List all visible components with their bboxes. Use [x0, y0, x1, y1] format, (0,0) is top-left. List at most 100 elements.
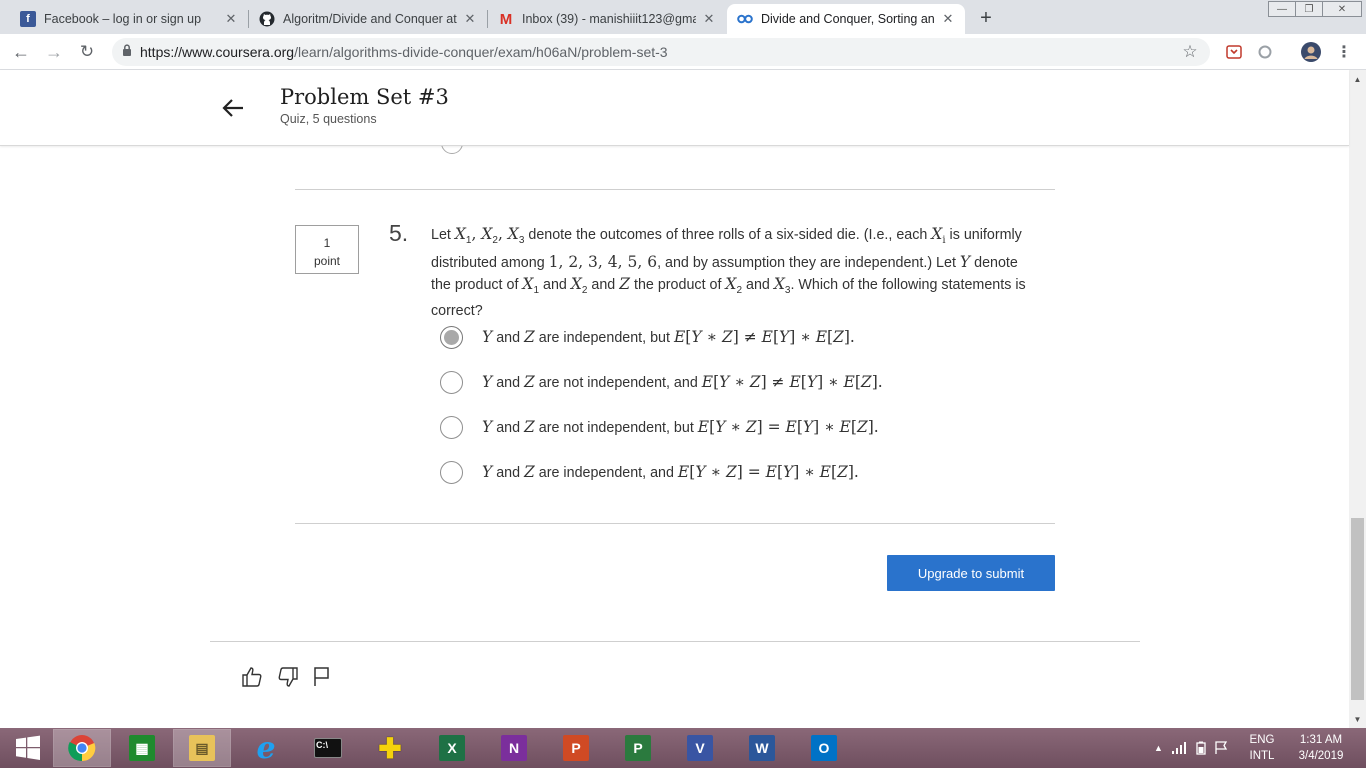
- new-tab-button[interactable]: +: [974, 6, 998, 30]
- page-scrollbar[interactable]: ▲ ▼: [1349, 70, 1366, 728]
- taskbar-visio[interactable]: V: [672, 730, 728, 766]
- close-window-icon[interactable]: ✕: [1322, 1, 1362, 17]
- url-text: https://www.coursera.org/learn/algorithm…: [140, 44, 668, 60]
- show-hidden-icons-icon[interactable]: ▲: [1154, 728, 1163, 768]
- page-subtitle: Quiz, 5 questions: [280, 112, 377, 126]
- tab-title: Divide and Conquer, Sorting and: [761, 12, 935, 26]
- keyboard-layout: INTL: [1249, 750, 1275, 762]
- taskbar-app-plus[interactable]: ✚: [362, 730, 418, 766]
- points-value: 1: [323, 236, 331, 250]
- windows-logo-icon: [16, 735, 40, 760]
- option-text: Y and Z are not independent, but E[Y ∗ Z…: [482, 418, 879, 436]
- system-tray: ▲ ENG INTL 1:31 AM 3/4/2019: [1146, 728, 1366, 768]
- taskbar-chrome[interactable]: [53, 729, 111, 767]
- command-prompt-icon: C:\: [314, 738, 342, 758]
- points-label: point: [313, 254, 341, 268]
- extension-circle-icon[interactable]: [1255, 42, 1275, 62]
- taskbar-onenote[interactable]: N: [486, 730, 542, 766]
- taskbar-file-explorer[interactable]: ▤: [173, 729, 231, 767]
- radio-button-selected[interactable]: [440, 325, 463, 349]
- option-text: Y and Z are independent, and E[Y ∗ Z] = …: [482, 463, 859, 481]
- restore-icon[interactable]: ❐: [1295, 1, 1323, 17]
- forward-nav-icon[interactable]: →: [42, 40, 66, 64]
- clock[interactable]: 1:31 AM 3/4/2019: [1286, 728, 1356, 768]
- divider: [295, 189, 1055, 190]
- taskbar-store[interactable]: ▦: [114, 730, 170, 766]
- tab-coursera[interactable]: Divide and Conquer, Sorting and ✕: [727, 4, 965, 34]
- battery-icon[interactable]: [1194, 728, 1208, 768]
- taskbar-internet-explorer[interactable]: e: [238, 730, 294, 766]
- quiz-header: Problem Set #3 Quiz, 5 questions: [0, 70, 1349, 146]
- scroll-thumb[interactable]: [1351, 518, 1364, 700]
- taskbar-cmd[interactable]: C:\: [300, 730, 356, 766]
- store-icon: ▦: [129, 735, 155, 761]
- action-center-flag-icon[interactable]: [1214, 728, 1228, 768]
- lock-icon: [122, 43, 132, 61]
- plus-app-icon: ✚: [378, 732, 402, 764]
- taskbar-excel[interactable]: X: [424, 730, 480, 766]
- facebook-icon: f: [20, 11, 36, 27]
- url-host: https://www.coursera.org: [140, 44, 295, 60]
- signal-icon[interactable]: [1172, 728, 1188, 768]
- scroll-down-icon[interactable]: ▼: [1349, 712, 1366, 726]
- scroll-up-icon[interactable]: ▲: [1349, 72, 1366, 86]
- chrome-menu-icon[interactable]: ⋮: [1334, 42, 1354, 62]
- taskbar-project[interactable]: P: [610, 730, 666, 766]
- tab-facebook[interactable]: f Facebook – log in or sign up ✕: [10, 4, 248, 34]
- bookmark-star-icon[interactable]: ☆: [1180, 42, 1200, 62]
- coursera-icon: [737, 11, 753, 27]
- tab-title: Facebook – log in or sign up: [44, 12, 202, 26]
- input-language[interactable]: ENG INTL: [1242, 728, 1282, 768]
- powerpoint-icon: P: [563, 735, 589, 761]
- answer-option-1[interactable]: Y and Z are independent, but E[Y ∗ Z] ≠ …: [440, 324, 1000, 350]
- back-nav-icon[interactable]: ←: [9, 40, 33, 64]
- points-badge: 1 point: [295, 225, 359, 274]
- upgrade-to-submit-button[interactable]: Upgrade to submit: [887, 555, 1055, 591]
- taskbar-outlook[interactable]: O: [796, 730, 852, 766]
- tab-close-icon[interactable]: ✕: [463, 11, 477, 27]
- thumbs-down-icon[interactable]: [276, 665, 300, 689]
- gmail-icon: M: [499, 10, 513, 28]
- github-icon: [259, 11, 275, 27]
- pocket-extension-icon[interactable]: [1224, 42, 1244, 62]
- option-text: Y and Z are not independent, and E[Y ∗ Z…: [482, 373, 883, 391]
- start-button[interactable]: [0, 730, 56, 766]
- radio-button[interactable]: [440, 370, 463, 394]
- answer-option-3[interactable]: Y and Z are not independent, but E[Y ∗ Z…: [440, 414, 1000, 440]
- tab-title: Inbox (39) - manishiiit123@gmail: [522, 12, 696, 26]
- previous-question-radio[interactable]: [441, 146, 463, 154]
- tab-github[interactable]: Algoritm/Divide and Conquer at ✕: [249, 4, 487, 34]
- tab-gmail[interactable]: M Inbox (39) - manishiiit123@gmail ✕: [488, 4, 726, 34]
- reload-icon[interactable]: ↻: [75, 40, 99, 64]
- question-number: 5.: [389, 220, 409, 246]
- minimize-icon[interactable]: —: [1268, 1, 1296, 17]
- project-icon: P: [625, 735, 651, 761]
- url-path: /learn/algorithms-divide-conquer/exam/h0…: [294, 44, 668, 60]
- divider: [210, 641, 1140, 642]
- tab-close-icon[interactable]: ✕: [941, 11, 955, 27]
- flag-icon[interactable]: [310, 665, 334, 689]
- taskbar-powerpoint[interactable]: P: [548, 730, 604, 766]
- internet-explorer-icon: e: [256, 730, 276, 766]
- radio-button[interactable]: [440, 415, 463, 439]
- address-bar[interactable]: https://www.coursera.org/learn/algorithm…: [112, 38, 1210, 66]
- question-text: Let X1, X2, X3 denote the outcomes of th…: [431, 225, 1026, 320]
- excel-icon: X: [439, 735, 465, 761]
- browser-toolbar: ← → ↻ https://www.coursera.org/learn/alg…: [0, 34, 1366, 70]
- visio-icon: V: [687, 735, 713, 761]
- thumbs-up-icon[interactable]: [240, 665, 264, 689]
- windows-taskbar: ▦ ▤ e C:\ ✚ X N P P V W O ▲ ENG INTL 1:3…: [0, 728, 1366, 768]
- answer-option-4[interactable]: Y and Z are independent, and E[Y ∗ Z] = …: [440, 459, 1000, 485]
- taskbar-word[interactable]: W: [734, 730, 790, 766]
- language-code: ENG: [1249, 734, 1275, 746]
- folder-icon: ▤: [189, 735, 215, 761]
- answer-option-2[interactable]: Y and Z are not independent, and E[Y ∗ Z…: [440, 369, 1000, 395]
- radio-button[interactable]: [440, 460, 463, 484]
- profile-avatar-icon[interactable]: [1301, 42, 1321, 62]
- tab-close-icon[interactable]: ✕: [702, 11, 716, 27]
- clock-time: 1:31 AM: [1299, 734, 1343, 746]
- tab-close-icon[interactable]: ✕: [224, 11, 238, 27]
- outlook-icon: O: [811, 735, 837, 761]
- back-arrow-icon[interactable]: [220, 94, 248, 122]
- page-title: Problem Set #3: [280, 85, 449, 109]
